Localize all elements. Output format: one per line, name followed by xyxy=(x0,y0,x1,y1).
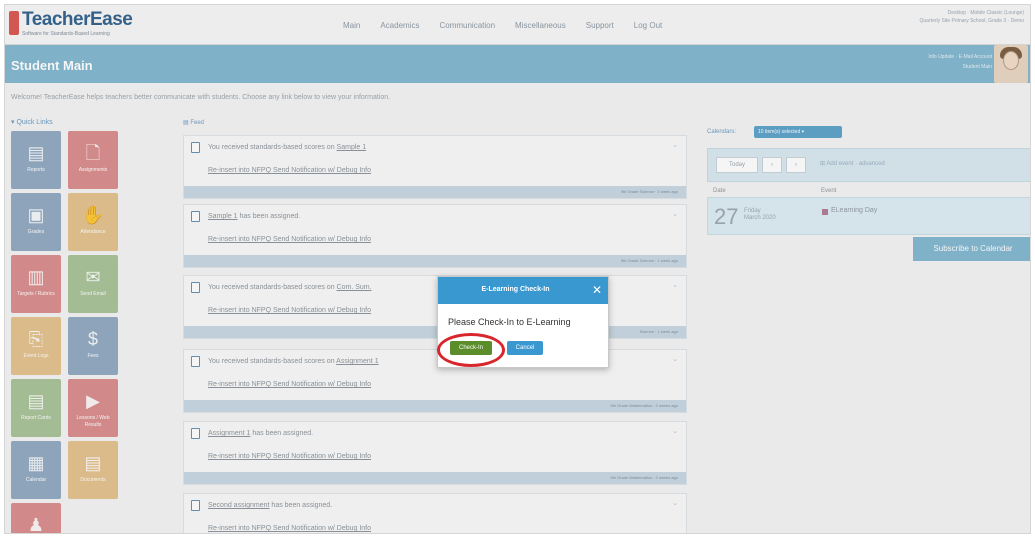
dialog-message: Please Check-In to E-Learning xyxy=(448,317,571,327)
modal-backdrop xyxy=(5,5,1030,533)
highlight-circle-annotation xyxy=(437,333,505,367)
cancel-button[interactable]: Cancel xyxy=(507,341,543,355)
dialog-header: E-Learning Check-In ✕ xyxy=(438,277,608,304)
dialog-title: E-Learning Check-In xyxy=(481,286,550,293)
close-icon[interactable]: ✕ xyxy=(592,283,602,297)
browser-frame: TeacherEase Software for Standards-Based… xyxy=(4,4,1031,534)
